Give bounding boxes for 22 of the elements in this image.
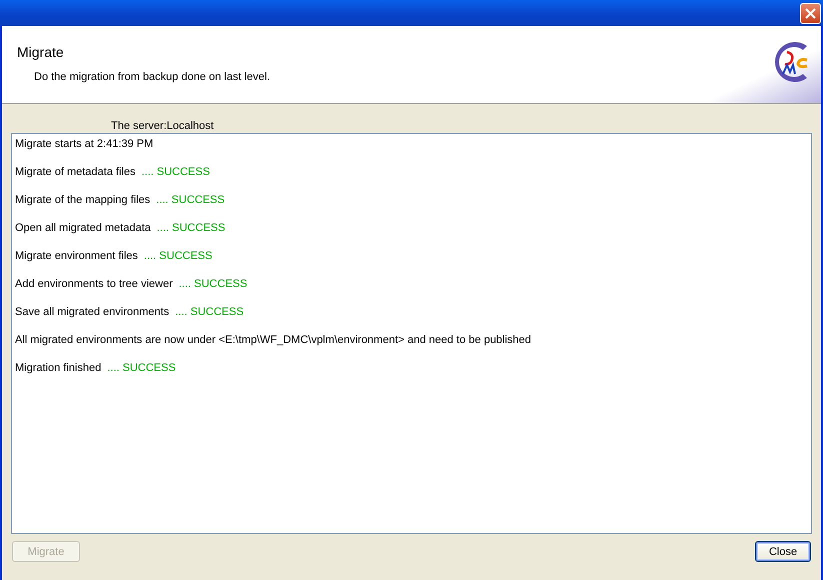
close-button[interactable] xyxy=(800,2,821,24)
status-text: .... SUCCESS xyxy=(178,278,248,290)
server-label: The server:Localhost xyxy=(111,120,214,132)
status-text: .... SUCCESS xyxy=(144,250,212,262)
log-line: Save all migrated environments xyxy=(15,306,170,318)
close-dialog-button[interactable]: Close xyxy=(755,541,811,562)
log-line: Migrate starts at 2:41:39 PM xyxy=(15,138,154,150)
dialog-description: Do the migration from backup done on last level. xyxy=(34,71,270,83)
status-text: .... SUCCESS xyxy=(156,222,226,234)
log-line: Migrate of metadata files xyxy=(15,166,136,178)
log-line: Migration finished xyxy=(15,362,102,374)
log-line: Migrate of the mapping files xyxy=(15,194,150,206)
log-line: Open all migrated metadata xyxy=(15,222,151,234)
close-icon xyxy=(805,8,816,18)
status-text: .... SUCCESS xyxy=(141,166,210,178)
log-line: Add environments to tree viewer xyxy=(15,278,173,290)
status-text: .... SUCCESS xyxy=(156,194,225,206)
log-line: Migrate environment files xyxy=(15,250,138,262)
dialog-title: Migrate xyxy=(17,44,65,60)
status-text: .... SUCCESS xyxy=(175,306,244,318)
log-line: All migrated environments are now under <E:\tmp\WF_DMC\vplm\environment> and need to be published xyxy=(15,334,532,346)
status-text: .... SUCCESS xyxy=(107,362,176,374)
